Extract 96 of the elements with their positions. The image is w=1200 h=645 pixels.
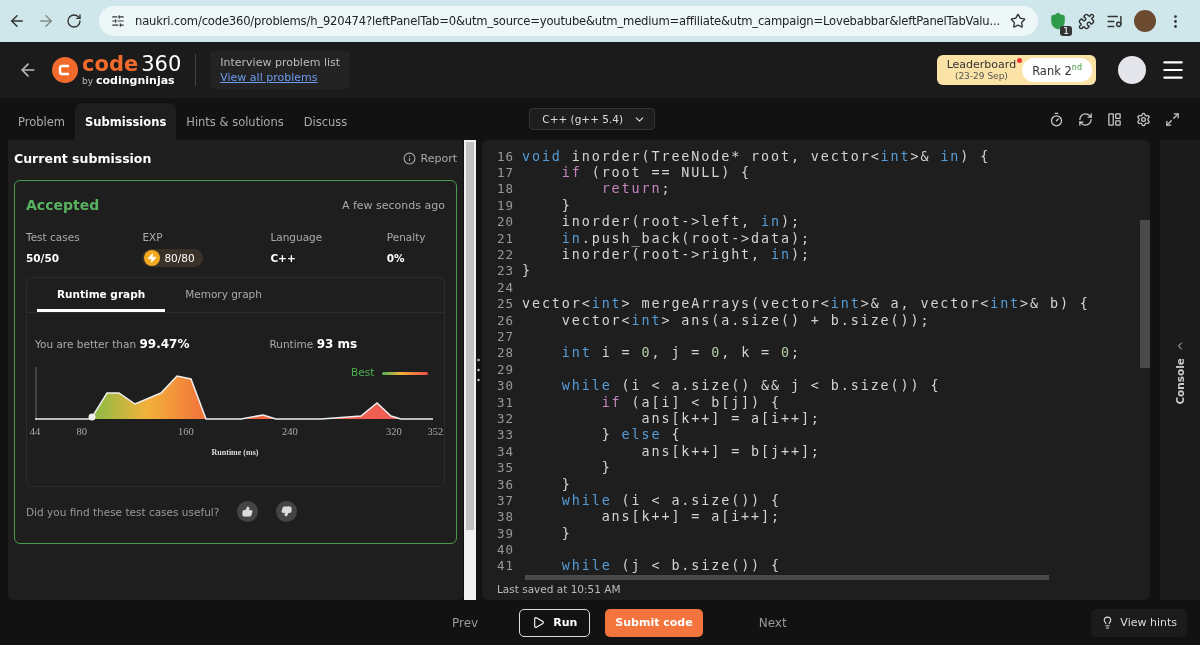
line-number: 28 — [495, 345, 515, 361]
code-line: } else { — [600, 427, 682, 443]
line-number: 18 — [495, 181, 515, 197]
submission-status: Accepted — [26, 197, 100, 213]
code-line: } — [560, 525, 572, 541]
code-line: while (j < b.size()) { — [560, 558, 781, 574]
save-status: Last saved at 10:51 AM — [495, 582, 621, 597]
line-number: 17 — [495, 165, 515, 181]
panel-title: Current submission — [14, 150, 152, 166]
axis-tick-label: 80 — [76, 426, 88, 437]
line-number: 34 — [495, 443, 515, 459]
legend-label: Best — [351, 366, 375, 378]
code-line: in.push_back(root->data); — [560, 230, 811, 246]
stat-value: 0% — [386, 252, 406, 264]
line-number: 33 — [495, 427, 515, 443]
line-number: 21 — [495, 230, 515, 246]
view-all-problems-link[interactable]: View all problems — [220, 71, 341, 84]
rank-pill: Rank 2$^{nd}$ — [1022, 57, 1092, 83]
line-number: 26 — [495, 312, 515, 328]
line-number: 29 — [495, 361, 515, 377]
breadcrumb-title: Interview problem list — [220, 56, 341, 69]
code-line: while (i < a.size() && j < b.size()) { — [560, 378, 941, 394]
logo-wordmark: code — [82, 54, 139, 75]
console-tab[interactable]: Console — [1160, 140, 1200, 600]
code-line: vector<int> ans(a.size() + b.size()); — [560, 312, 931, 328]
code-line: return; — [600, 181, 672, 197]
prev-button[interactable]: Prev — [452, 615, 479, 630]
line-number: 20 — [495, 214, 515, 230]
stat-value: 50/50 — [26, 252, 61, 264]
line-number: 36 — [495, 476, 515, 492]
line-number: 19 — [495, 197, 515, 213]
line-number: 25 — [495, 296, 515, 312]
line-number: 23 — [495, 263, 515, 279]
graph-tab[interactable]: Memory graph — [165, 278, 282, 312]
line-number: 24 — [495, 279, 515, 295]
line-number: 30 — [495, 378, 515, 394]
leaderboard-badge[interactable]: Leaderboard (23-29 Sep) Rank 2$^{nd}$ — [936, 54, 1096, 86]
axis-tick-label: 44 — [29, 426, 41, 437]
line-number: 40 — [495, 542, 515, 558]
axis-tick-label: 240 — [281, 426, 298, 437]
panel-tab[interactable]: Hints & solutions — [176, 103, 294, 140]
line-number: 38 — [495, 509, 515, 525]
submission-time: A few seconds ago — [341, 198, 445, 212]
language-dropdown[interactable]: C++ (g++ 5.4) — [529, 108, 656, 130]
percentile-text: You are better than 99.47% — [35, 337, 190, 351]
stat-label: Test cases — [26, 231, 81, 243]
leaderboard-label: Leaderboard — [946, 58, 1017, 72]
line-number: 39 — [495, 525, 515, 541]
line-number: 35 — [495, 460, 515, 476]
axis-tick-label: 320 — [385, 426, 402, 437]
code-line: ans[k++] = a[i++]; — [640, 410, 821, 426]
stat-label: EXP — [142, 231, 164, 243]
exp-pill: 80/80 — [142, 249, 203, 267]
next-button[interactable]: Next — [758, 615, 787, 630]
logo-byline: by — [82, 77, 94, 86]
stat-label: Penalty — [386, 231, 427, 243]
stat-value: C++ — [270, 252, 297, 264]
code-line: int i = 0, j = 0, k = 0; — [560, 345, 801, 361]
address-bar[interactable]: naukri.com/code360/problems/h_920474?leftPanelTab=0&utm_source=youtube&utm_medium=affiliate&utm_campaign=Lovebabbar&leftPanelTabValu... — [99, 6, 1038, 36]
panel-tab[interactable]: Submissions — [75, 103, 177, 140]
line-number: 32 — [495, 410, 515, 426]
code-line: void inorder(TreeNode* root, vector<int>& in) { — [521, 148, 991, 164]
line-number: 41 — [495, 558, 515, 574]
code-line: vector<int> mergeArrays(vector<int>& a, vector<int>& b) { — [521, 296, 1090, 312]
code-line: } — [521, 263, 532, 279]
line-number: 27 — [495, 329, 515, 344]
leaderboard-dates: (23-29 Sep) — [954, 71, 1008, 82]
code-line: ans[k++] = a[i++]; — [600, 509, 781, 525]
code-line: inorder(root->left, in); — [560, 214, 801, 230]
axis-tick-label: 352 — [427, 426, 444, 437]
code-line: if (a[i] < b[j]) { — [600, 394, 781, 410]
code-line: inorder(root->right, in); — [560, 247, 811, 263]
stat-label: Language — [270, 231, 324, 243]
code-line: if (root == NULL) { — [560, 165, 752, 181]
logo-number: 360 — [141, 54, 182, 75]
code-line: } — [560, 476, 572, 492]
runtime-text: Runtime 93 ms — [269, 337, 358, 351]
panel-tab[interactable]: Problem — [8, 103, 76, 140]
code-line: } — [600, 460, 612, 476]
axis-tick-label: 160 — [177, 426, 194, 437]
run-button[interactable]: Run — [519, 608, 591, 637]
line-number: 31 — [495, 394, 515, 410]
code-line: while (i < a.size()) { — [560, 492, 781, 508]
line-number: 37 — [495, 492, 515, 508]
line-number: 22 — [495, 247, 515, 263]
view-hints-button[interactable]: View hints — [1091, 608, 1187, 637]
graph-tab[interactable]: Runtime graph — [37, 278, 166, 312]
report-button[interactable]: Report — [402, 151, 457, 165]
logo-brand: codingninjas — [96, 75, 175, 86]
line-number: 16 — [495, 148, 515, 164]
panel-tab[interactable]: Discuss — [293, 103, 358, 140]
feedback-question: Did you find these test cases useful? — [26, 505, 220, 518]
axis-title: Runtime (ms) — [211, 448, 259, 457]
code-line: } — [560, 197, 572, 213]
code-line: ans[k++] = b[j++]; — [640, 443, 821, 459]
extension-count: 1 — [1060, 26, 1072, 36]
